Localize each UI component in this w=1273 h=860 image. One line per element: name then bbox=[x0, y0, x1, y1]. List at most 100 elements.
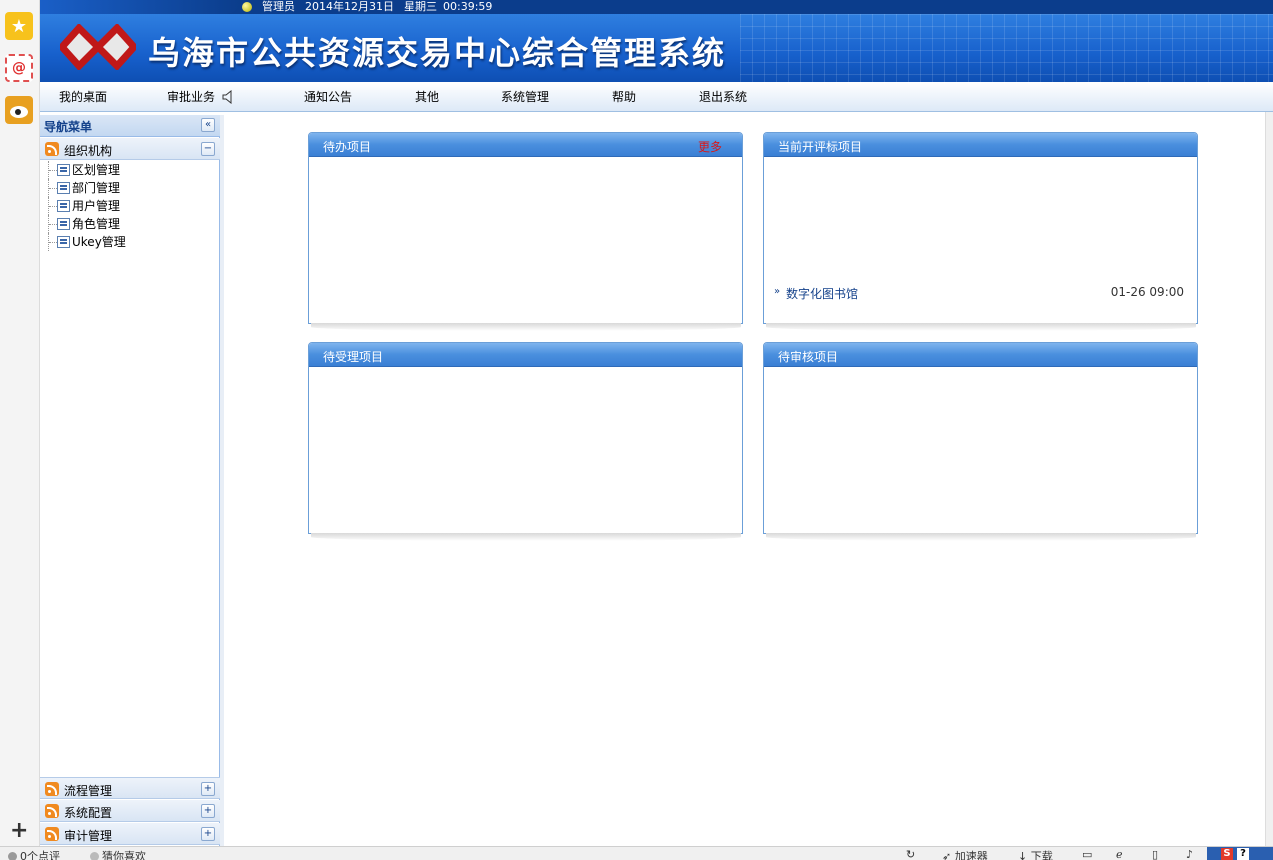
nav-collapse-button[interactable]: « bbox=[201, 118, 215, 132]
sogou-s-icon[interactable]: S bbox=[1221, 848, 1233, 860]
nav-panel: 导航菜单 « 组织机构 − 区划管理 部门管理 用户管理 角色管理 Ukey管理… bbox=[40, 115, 220, 846]
heart-icon bbox=[90, 852, 99, 860]
panel-todo: 待办项目 更多 bbox=[308, 132, 743, 324]
nav-section-audit[interactable]: 审计管理 + bbox=[40, 823, 220, 845]
panel-bidding: 当前开评标项目 » 数字化图书馆 01-26 09:00 bbox=[763, 132, 1198, 324]
favorites-star-icon[interactable]: ★ bbox=[5, 12, 33, 40]
menu-notices[interactable]: 通知公告 bbox=[304, 82, 352, 112]
panel-title: 待审核项目 bbox=[778, 350, 839, 364]
speaker-icon[interactable] bbox=[222, 90, 234, 104]
banner-grid-decoration bbox=[740, 14, 1273, 82]
panel-pending-accept: 待受理项目 bbox=[308, 342, 743, 534]
section-expand-button[interactable]: + bbox=[201, 804, 215, 818]
volume-icon[interactable]: ♪ bbox=[1186, 848, 1193, 860]
nav-section-workflow[interactable]: 流程管理 + bbox=[40, 777, 220, 799]
comments-label: 0个点评 bbox=[20, 850, 60, 860]
menu-system-admin[interactable]: 系统管理 bbox=[501, 82, 549, 112]
list-page-icon bbox=[57, 182, 70, 194]
panel-title: 待受理项目 bbox=[323, 350, 384, 364]
more-link[interactable]: 更多 bbox=[698, 138, 722, 155]
panel-title: 待办项目 bbox=[323, 140, 372, 154]
tree-item-ukey[interactable]: Ukey管理 bbox=[40, 233, 218, 251]
nav-title: 导航菜单 bbox=[44, 120, 93, 134]
panel-shadow bbox=[766, 533, 1196, 541]
panel-header: 待办项目 更多 bbox=[309, 133, 742, 157]
accelerator-button[interactable]: ➶ 加速器 bbox=[942, 848, 988, 860]
menu-logout[interactable]: 退出系统 bbox=[699, 82, 747, 112]
list-page-icon bbox=[57, 164, 70, 176]
download-label: 下载 bbox=[1030, 850, 1053, 860]
tree-item-label: 用户管理 bbox=[72, 199, 121, 213]
tree-item-role[interactable]: 角色管理 bbox=[40, 215, 218, 233]
nav-section-label: 组织机构 bbox=[64, 144, 113, 158]
add-sidebar-icon[interactable]: + bbox=[10, 818, 28, 843]
nav-splitter[interactable] bbox=[220, 115, 224, 846]
header-topbar-curve bbox=[40, 0, 240, 14]
section-expand-button[interactable]: + bbox=[201, 827, 215, 841]
section-expand-button[interactable]: + bbox=[201, 782, 215, 796]
main-menubar: 我的桌面 审批业务 通知公告 其他 系统管理 帮助 退出系统 bbox=[40, 82, 1273, 112]
rss-icon bbox=[45, 782, 59, 796]
nav-section-organization[interactable]: 组织机构 − bbox=[40, 138, 220, 160]
screenshot-icon[interactable]: ▭ bbox=[1082, 848, 1092, 860]
current-time: 00:39:59 bbox=[443, 0, 493, 13]
nav-section-config[interactable]: 系统配置 + bbox=[40, 800, 220, 822]
comments-count[interactable]: 0个点评 bbox=[8, 848, 60, 860]
tree-item-label: 部门管理 bbox=[72, 181, 121, 195]
browser-sidebar: ★ @ + bbox=[0, 0, 40, 846]
panel-title: 当前开评标项目 bbox=[778, 140, 863, 154]
menu-approval[interactable]: 审批业务 bbox=[167, 82, 215, 112]
nav-tree: 区划管理 部门管理 用户管理 角色管理 Ukey管理 bbox=[40, 161, 218, 251]
tree-item-label: 角色管理 bbox=[72, 217, 121, 231]
weibo-icon[interactable] bbox=[5, 96, 33, 124]
menu-help[interactable]: 帮助 bbox=[612, 82, 636, 112]
refresh-icon[interactable]: ↻ bbox=[906, 848, 915, 860]
menu-other[interactable]: 其他 bbox=[415, 82, 439, 112]
guess-you-like[interactable]: 猜你喜欢 bbox=[90, 848, 146, 860]
nav-section-label: 流程管理 bbox=[64, 784, 113, 798]
mail-icon[interactable]: @ bbox=[5, 54, 33, 82]
list-item[interactable]: » 数字化图书馆 01-26 09:00 bbox=[774, 285, 1184, 301]
section-collapse-button[interactable]: − bbox=[201, 142, 215, 156]
tree-item-region[interactable]: 区划管理 bbox=[40, 161, 218, 179]
browser-statusbar: 0个点评 猜你喜欢 ↻ ➶ 加速器 ↓ 下载 ▭ ℯ ▯ ♪ S ? bbox=[0, 846, 1273, 860]
app-root: ★ @ + 管理员 2014年12月31日 星期三 00:39:59 乌海市公共… bbox=[0, 0, 1273, 860]
weibo-eye-icon bbox=[10, 106, 28, 118]
list-page-icon bbox=[57, 200, 70, 212]
ie-icon[interactable]: ℯ bbox=[1116, 848, 1123, 860]
nav-header: 导航菜单 « bbox=[40, 115, 220, 137]
help-question-icon[interactable]: ? bbox=[1237, 848, 1249, 860]
user-info-bar: 管理员 2014年12月31日 星期三 00:39:59 bbox=[242, 0, 492, 14]
download-button[interactable]: ↓ 下载 bbox=[1018, 848, 1053, 860]
rss-icon bbox=[45, 142, 59, 156]
tree-item-user[interactable]: 用户管理 bbox=[40, 197, 218, 215]
tree-item-department[interactable]: 部门管理 bbox=[40, 179, 218, 197]
menu-my-desktop[interactable]: 我的桌面 bbox=[59, 82, 107, 112]
page-scrollbar[interactable] bbox=[1265, 112, 1273, 846]
tree-connector bbox=[48, 179, 57, 197]
panel-pending-review: 待审核项目 bbox=[763, 342, 1198, 534]
tree-connector bbox=[48, 197, 57, 215]
comment-icon bbox=[8, 852, 17, 860]
panel-header: 待审核项目 bbox=[764, 343, 1197, 367]
project-time: 01-26 09:00 bbox=[1110, 285, 1184, 299]
tree-item-label: Ukey管理 bbox=[72, 235, 126, 249]
panel-shadow bbox=[311, 323, 741, 331]
list-page-icon bbox=[57, 236, 70, 248]
header-banner: 乌海市公共资源交易中心综合管理系统 bbox=[40, 14, 1273, 82]
window-icon[interactable]: ▯ bbox=[1152, 848, 1158, 860]
nav-section-label: 审计管理 bbox=[64, 829, 113, 843]
current-date: 2014年12月31日 bbox=[305, 0, 394, 13]
panel-header: 待受理项目 bbox=[309, 343, 742, 367]
online-status-icon bbox=[242, 2, 252, 12]
list-page-icon bbox=[57, 218, 70, 230]
tree-connector bbox=[48, 233, 57, 251]
bullet-arrow-icon: » bbox=[774, 286, 781, 297]
accelerator-label: 加速器 bbox=[954, 850, 988, 860]
tray-area: S ? bbox=[1207, 847, 1273, 860]
rss-icon bbox=[45, 827, 59, 841]
panel-shadow bbox=[766, 323, 1196, 331]
project-name-link[interactable]: 数字化图书馆 bbox=[786, 285, 858, 302]
panel-header: 当前开评标项目 bbox=[764, 133, 1197, 157]
system-title: 乌海市公共资源交易中心综合管理系统 bbox=[148, 34, 727, 72]
